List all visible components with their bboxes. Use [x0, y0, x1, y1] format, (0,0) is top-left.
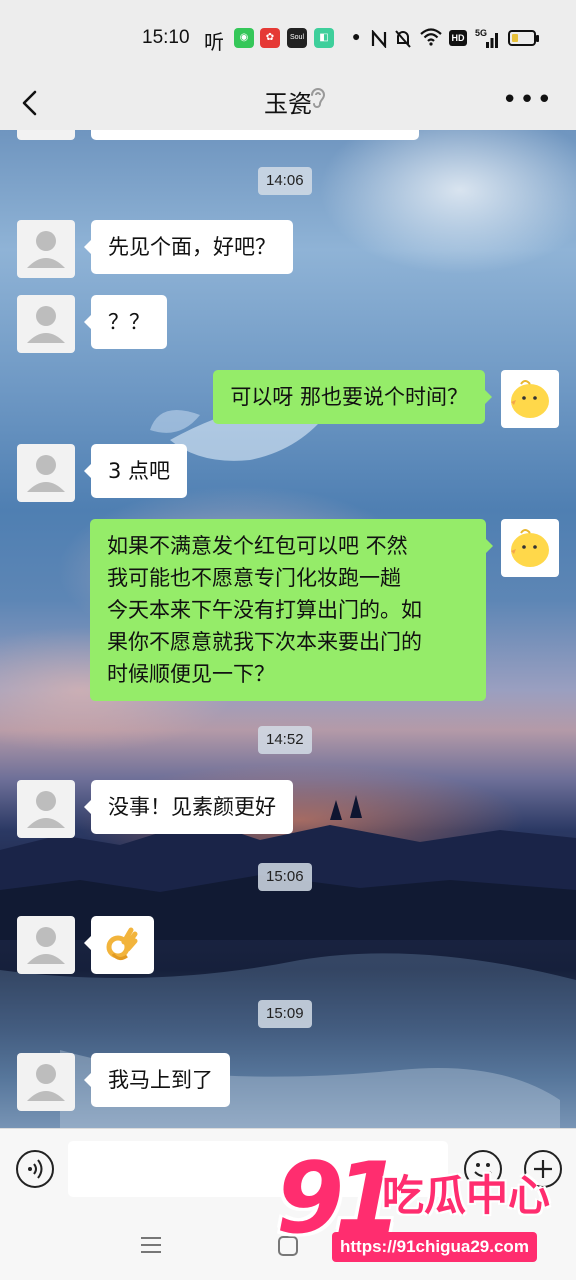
- contact-avatar[interactable]: [17, 130, 75, 140]
- wifi-icon: [420, 28, 442, 46]
- message-line: 今天本来下午没有打算出门的。如: [107, 598, 422, 622]
- incoming-sticker-message[interactable]: [84, 916, 154, 974]
- recent-apps-icon[interactable]: [140, 1234, 162, 1256]
- incoming-message[interactable]: ？？: [84, 295, 167, 349]
- contact-avatar[interactable]: [17, 444, 75, 502]
- contact-avatar[interactable]: [17, 916, 75, 974]
- teal-app-icon: ◧: [314, 28, 334, 48]
- battery-fill: [512, 34, 518, 42]
- ok-hand-icon: [106, 927, 138, 961]
- watermark-brand: 吃瓜中心: [382, 1171, 551, 1220]
- my-avatar[interactable]: [501, 519, 559, 577]
- signal-icon: [486, 33, 498, 48]
- message-line: 我可能也不愿意专门化妆跑一趟: [107, 566, 401, 590]
- message-timestamp: 15:09: [258, 1000, 312, 1028]
- earpiece-mode-icon: [311, 88, 326, 108]
- green-app-icon: ◉: [234, 28, 254, 48]
- outgoing-message[interactable]: 如果不满意发个红包可以吧 不然 我可能也不愿意专门化妆跑一趟 今天本来下午没有打…: [90, 519, 493, 701]
- message-timestamp: 14:52: [258, 726, 312, 754]
- dot-icon: ●: [352, 28, 361, 44]
- status-time: 15:10: [142, 27, 190, 48]
- battery-icon: [508, 30, 539, 46]
- contact-avatar[interactable]: [17, 295, 75, 353]
- status-bar: 15:10 听 ◉ ✿ Soul ◧ ● HD 5G: [0, 0, 576, 76]
- watermark-logo: 91 吃瓜中心 https://91chigua29.com: [276, 1142, 566, 1272]
- voice-input-button[interactable]: [16, 1150, 54, 1188]
- voice-icon: [28, 1159, 43, 1179]
- contact-avatar[interactable]: [17, 220, 75, 278]
- watermark-url: https://91chigua29.com: [332, 1232, 537, 1262]
- message-line: 果你不愿意就我下次本来要出门的: [107, 630, 422, 654]
- incoming-message[interactable]: 没事！见素颜更好: [84, 780, 293, 834]
- incoming-message[interactable]: 先见个面，好吧？: [84, 220, 293, 274]
- background-lake-reflection: [0, 953, 576, 1128]
- mute-bell-icon: [395, 30, 411, 48]
- message-timestamp: 15:06: [258, 863, 312, 891]
- message-timestamp: 14:06: [258, 167, 312, 195]
- nfc-icon: [371, 30, 387, 48]
- chat-header: 玉瓷 •••: [0, 76, 576, 130]
- incoming-message[interactable]: 我马上到了: [84, 1053, 230, 1107]
- contact-avatar[interactable]: [17, 1053, 75, 1111]
- listen-indicator: 听: [204, 30, 224, 54]
- chat-area[interactable]: 14:06 先见个面，好吧？ ？？ 可以呀 那也要说个时间？ 3 点吧 如果不满…: [0, 130, 576, 1128]
- message-bubble-partial[interactable]: [91, 130, 419, 140]
- contact-name: 玉瓷: [264, 90, 312, 118]
- message-line: 如果不满意发个红包可以吧 不然: [107, 534, 408, 558]
- more-options-icon[interactable]: •••: [502, 87, 554, 113]
- soul-app-icon: Soul: [287, 28, 307, 48]
- incoming-message[interactable]: 3 点吧: [83, 444, 188, 498]
- message-line: 时候顺便见一下？: [107, 662, 275, 686]
- contact-avatar[interactable]: [17, 780, 75, 838]
- red-app-icon: ✿: [260, 28, 280, 48]
- my-avatar[interactable]: [501, 370, 559, 428]
- hd-badge: HD: [449, 30, 467, 46]
- outgoing-message[interactable]: 可以呀 那也要说个时间？: [213, 370, 492, 424]
